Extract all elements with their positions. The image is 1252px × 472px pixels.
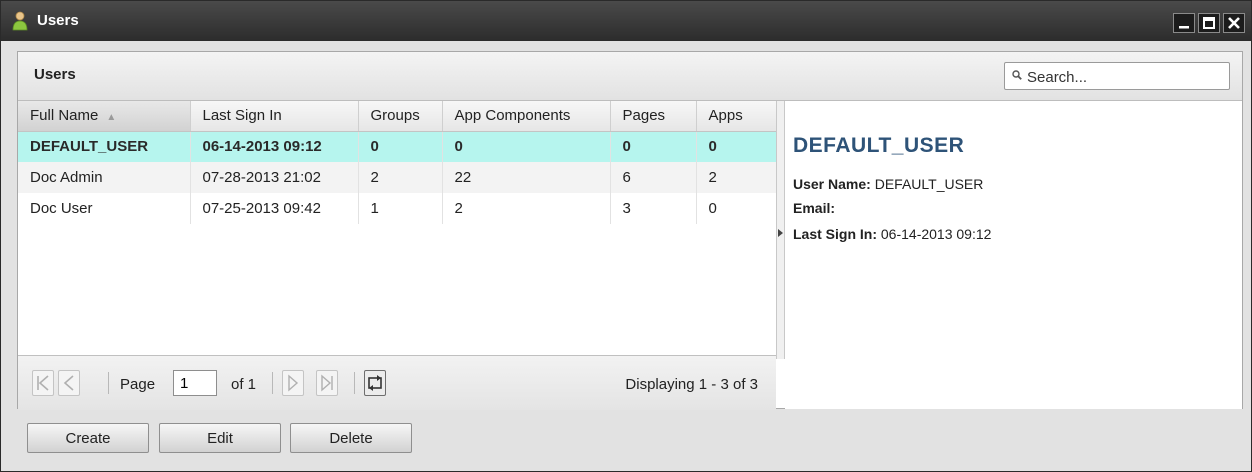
page-number-input[interactable]	[173, 370, 217, 396]
next-page-button[interactable]	[282, 370, 304, 396]
create-button[interactable]: Create	[27, 423, 149, 453]
refresh-icon	[368, 375, 382, 391]
minimize-button[interactable]	[1173, 13, 1195, 33]
table-row[interactable]: DEFAULT_USER 06-14-2013 09:12 0 0 0 0	[18, 131, 777, 162]
detail-user-name-heading: DEFAULT_USER	[793, 134, 965, 157]
cell-last-sign-in: 07-25-2013 09:42	[190, 193, 359, 224]
cell-groups: 0	[358, 131, 443, 162]
column-header-groups[interactable]: Groups	[358, 101, 443, 132]
user-icon	[11, 11, 29, 31]
prev-page-icon	[63, 375, 74, 391]
cell-full-name: Doc User	[18, 193, 191, 224]
users-window: Users Users Search... Full Name ▲ Last S…	[0, 0, 1252, 472]
page-count-label: of 1	[231, 376, 257, 393]
grid-header-row: Full Name ▲ Last Sign In Groups App Compo…	[18, 101, 777, 132]
cell-groups: 2	[358, 162, 443, 193]
column-header-app-components[interactable]: App Components	[442, 101, 611, 132]
cell-full-name: Doc Admin	[18, 162, 191, 193]
window-title: Users	[37, 12, 79, 29]
detail-last-sign-in-label: Last Sign In:	[793, 226, 877, 242]
column-header-last-sign-in[interactable]: Last Sign In	[190, 101, 359, 132]
refresh-button[interactable]	[364, 370, 386, 396]
cell-pages: 3	[610, 193, 697, 224]
minimize-icon	[1179, 26, 1189, 29]
detail-last-sign-in-row: Last Sign In: 06-14-2013 09:12	[793, 226, 991, 242]
detail-collapse-handle[interactable]	[776, 101, 785, 359]
cell-app-components: 2	[442, 193, 611, 224]
toolbar-separator	[108, 372, 109, 394]
table-row[interactable]: Doc User 07-25-2013 09:42 1 2 3 0	[18, 193, 777, 224]
cell-apps: 0	[696, 193, 777, 224]
edit-button[interactable]: Edit	[159, 423, 281, 453]
column-header-apps[interactable]: Apps	[696, 101, 777, 132]
users-grid: Full Name ▲ Last Sign In Groups App Compo…	[18, 101, 777, 355]
cell-app-components: 22	[442, 162, 611, 193]
column-header-label: Full Name	[30, 107, 99, 125]
detail-email-row: Email:	[793, 200, 835, 216]
toolbar-separator	[354, 372, 355, 394]
cell-pages: 0	[610, 131, 697, 162]
cell-app-components: 0	[442, 131, 611, 162]
first-page-icon	[37, 375, 49, 391]
detail-username-label: User Name:	[793, 176, 871, 192]
user-detail-panel: DEFAULT_USER User Name: DEFAULT_USER Ema…	[785, 101, 1242, 409]
cell-groups: 1	[358, 193, 443, 224]
maximize-button[interactable]	[1198, 13, 1220, 33]
column-header-pages[interactable]: Pages	[610, 101, 697, 132]
close-button[interactable]	[1223, 13, 1245, 33]
search-icon	[1012, 70, 1022, 80]
first-page-button[interactable]	[32, 370, 54, 396]
cell-full-name: DEFAULT_USER	[18, 131, 191, 162]
last-page-icon	[321, 374, 333, 392]
last-page-button[interactable]	[316, 370, 338, 396]
delete-button[interactable]: Delete	[290, 423, 412, 453]
detail-username-value: DEFAULT_USER	[874, 176, 984, 192]
detail-email-label: Email:	[793, 200, 836, 216]
cell-pages: 6	[610, 162, 697, 193]
sort-ascending-icon: ▲	[106, 112, 117, 124]
search-input[interactable]	[1025, 66, 1225, 88]
cell-last-sign-in: 06-14-2013 09:12	[190, 131, 359, 162]
maximize-icon	[1203, 17, 1215, 29]
close-icon	[1228, 17, 1240, 29]
detail-last-sign-in-value: 06-14-2013 09:12	[880, 226, 992, 242]
cell-last-sign-in: 07-28-2013 21:02	[190, 162, 359, 193]
displaying-status: Displaying 1 - 3 of 3	[625, 376, 758, 393]
prev-page-button[interactable]	[58, 370, 80, 396]
search-box[interactable]	[1004, 62, 1230, 90]
detail-username-row: User Name: DEFAULT_USER	[793, 176, 983, 192]
panel-title: Users	[34, 66, 76, 83]
table-row[interactable]: Doc Admin 07-28-2013 21:02 2 22 6 2	[18, 162, 777, 193]
column-header-full-name[interactable]: Full Name ▲	[18, 101, 191, 132]
cell-apps: 2	[696, 162, 777, 193]
collapse-arrow-icon	[778, 229, 783, 237]
title-bar[interactable]: Users	[1, 1, 1251, 41]
page-label: Page	[120, 376, 156, 393]
toolbar-separator	[272, 372, 273, 394]
next-page-icon	[288, 374, 299, 392]
cell-apps: 0	[696, 131, 777, 162]
panel-header: Users	[18, 52, 1242, 101]
users-panel: Users Full Name ▲ Last Sign In	[17, 51, 1243, 410]
paging-toolbar: Page of 1 Displaying 1 - 3 of 3	[18, 355, 776, 410]
